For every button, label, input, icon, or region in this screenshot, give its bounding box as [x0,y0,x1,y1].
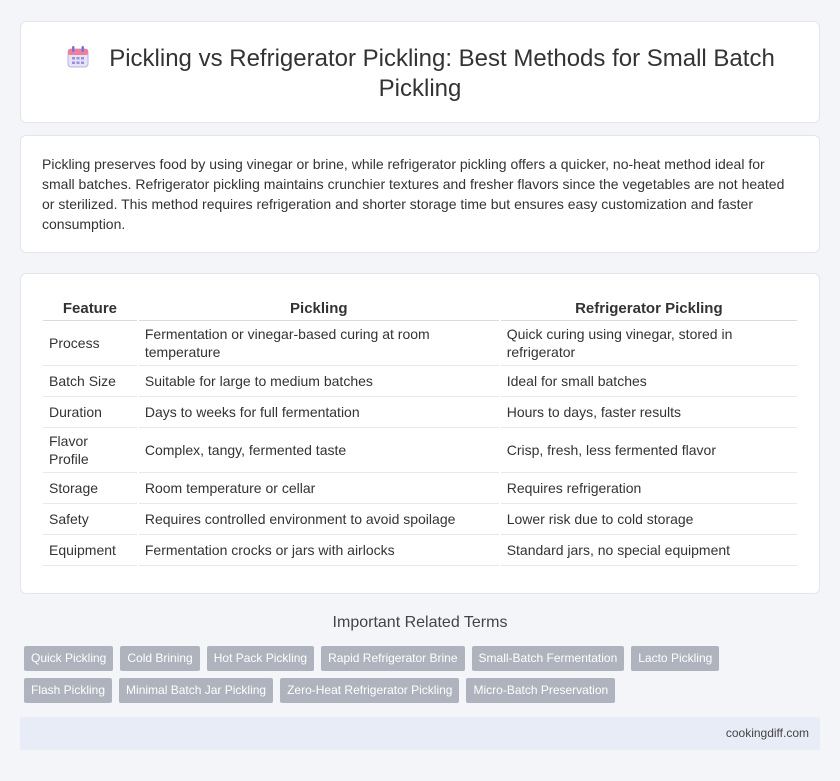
feature-cell: Duration [43,397,137,428]
related-tag[interactable]: Rapid Refrigerator Brine [321,646,465,671]
table-row: Process Fermentation or vinegar-based cu… [43,321,797,366]
calendar-icon [67,46,89,68]
related-tag[interactable]: Micro-Batch Preservation [466,678,616,703]
related-tag[interactable]: Flash Pickling [24,678,113,703]
header-card: Pickling vs Refrigerator Pickling: Best … [20,21,820,123]
related-tag[interactable]: Quick Pickling [24,646,114,671]
table-row: Storage Room temperature or cellar Requi… [43,473,797,504]
refrigerator-cell: Lower risk due to cold storage [500,504,797,535]
refrigerator-cell: Hours to days, faster results [500,397,797,428]
refrigerator-cell: Quick curing using vinegar, stored in re… [500,321,797,366]
intro-paragraph: Pickling preserves food by using vinegar… [42,156,785,232]
table-row: Batch Size Suitable for large to medium … [43,366,797,397]
pickling-cell: Days to weeks for full fermentation [138,397,499,428]
related-tag[interactable]: Small-Batch Fermentation [471,646,625,671]
intro-card: Pickling preserves food by using vinegar… [20,135,820,253]
page-title-text: Pickling vs Refrigerator Pickling: Best … [109,45,775,102]
header-feature: Feature [43,295,137,321]
table-row: Equipment Fermentation crocks or jars wi… [43,535,797,566]
header-refrigerator-pickling: Refrigerator Pickling [500,295,797,321]
pickling-cell: Suitable for large to medium batches [138,366,499,397]
refrigerator-cell: Standard jars, no special equipment [500,535,797,566]
feature-cell: Process [43,321,137,366]
feature-cell: Storage [43,473,137,504]
table-row: Flavor Profile Complex, tangy, fermented… [43,428,797,473]
tag-row: Quick Pickling Cold Brining Hot Pack Pic… [24,646,824,671]
feature-cell: Equipment [43,535,137,566]
pickling-cell: Fermentation crocks or jars with airlock… [138,535,499,566]
title-wrap: Pickling vs Refrigerator Pickling: Best … [21,44,819,104]
related-terms-tags: Quick Pickling Cold Brining Hot Pack Pic… [24,646,824,710]
header-pickling: Pickling [138,295,499,321]
table-header-row: Feature Pickling Refrigerator Pickling [43,295,797,321]
feature-cell: Safety [43,504,137,535]
footer-site-link[interactable]: cookingdiff.com [726,726,809,740]
footer: cookingdiff.com [20,717,820,750]
refrigerator-cell: Crisp, fresh, less fermented flavor [500,428,797,473]
related-tag[interactable]: Hot Pack Pickling [206,646,315,671]
pickling-cell: Complex, tangy, fermented taste [138,428,499,473]
related-terms-title: Important Related Terms [332,614,508,631]
comparison-table: Feature Pickling Refrigerator Pickling P… [41,295,799,566]
comparison-table-card: Feature Pickling Refrigerator Pickling P… [20,273,820,594]
pickling-cell: Fermentation or vinegar-based curing at … [138,321,499,366]
refrigerator-cell: Requires refrigeration [500,473,797,504]
refrigerator-cell: Ideal for small batches [500,366,797,397]
related-tag[interactable]: Minimal Batch Jar Pickling [119,678,274,703]
feature-cell: Batch Size [43,366,137,397]
related-tag[interactable]: Zero-Heat Refrigerator Pickling [280,678,460,703]
pickling-cell: Requires controlled environment to avoid… [138,504,499,535]
pickling-cell: Room temperature or cellar [138,473,499,504]
page-title: Pickling vs Refrigerator Pickling: Best … [61,44,779,104]
table-row: Safety Requires controlled environment t… [43,504,797,535]
related-tag[interactable]: Cold Brining [120,646,200,671]
tag-row: Flash Pickling Minimal Batch Jar Picklin… [24,678,824,703]
feature-cell: Flavor Profile [43,428,137,473]
table-row: Duration Days to weeks for full fermenta… [43,397,797,428]
related-tag[interactable]: Lacto Pickling [631,646,720,671]
